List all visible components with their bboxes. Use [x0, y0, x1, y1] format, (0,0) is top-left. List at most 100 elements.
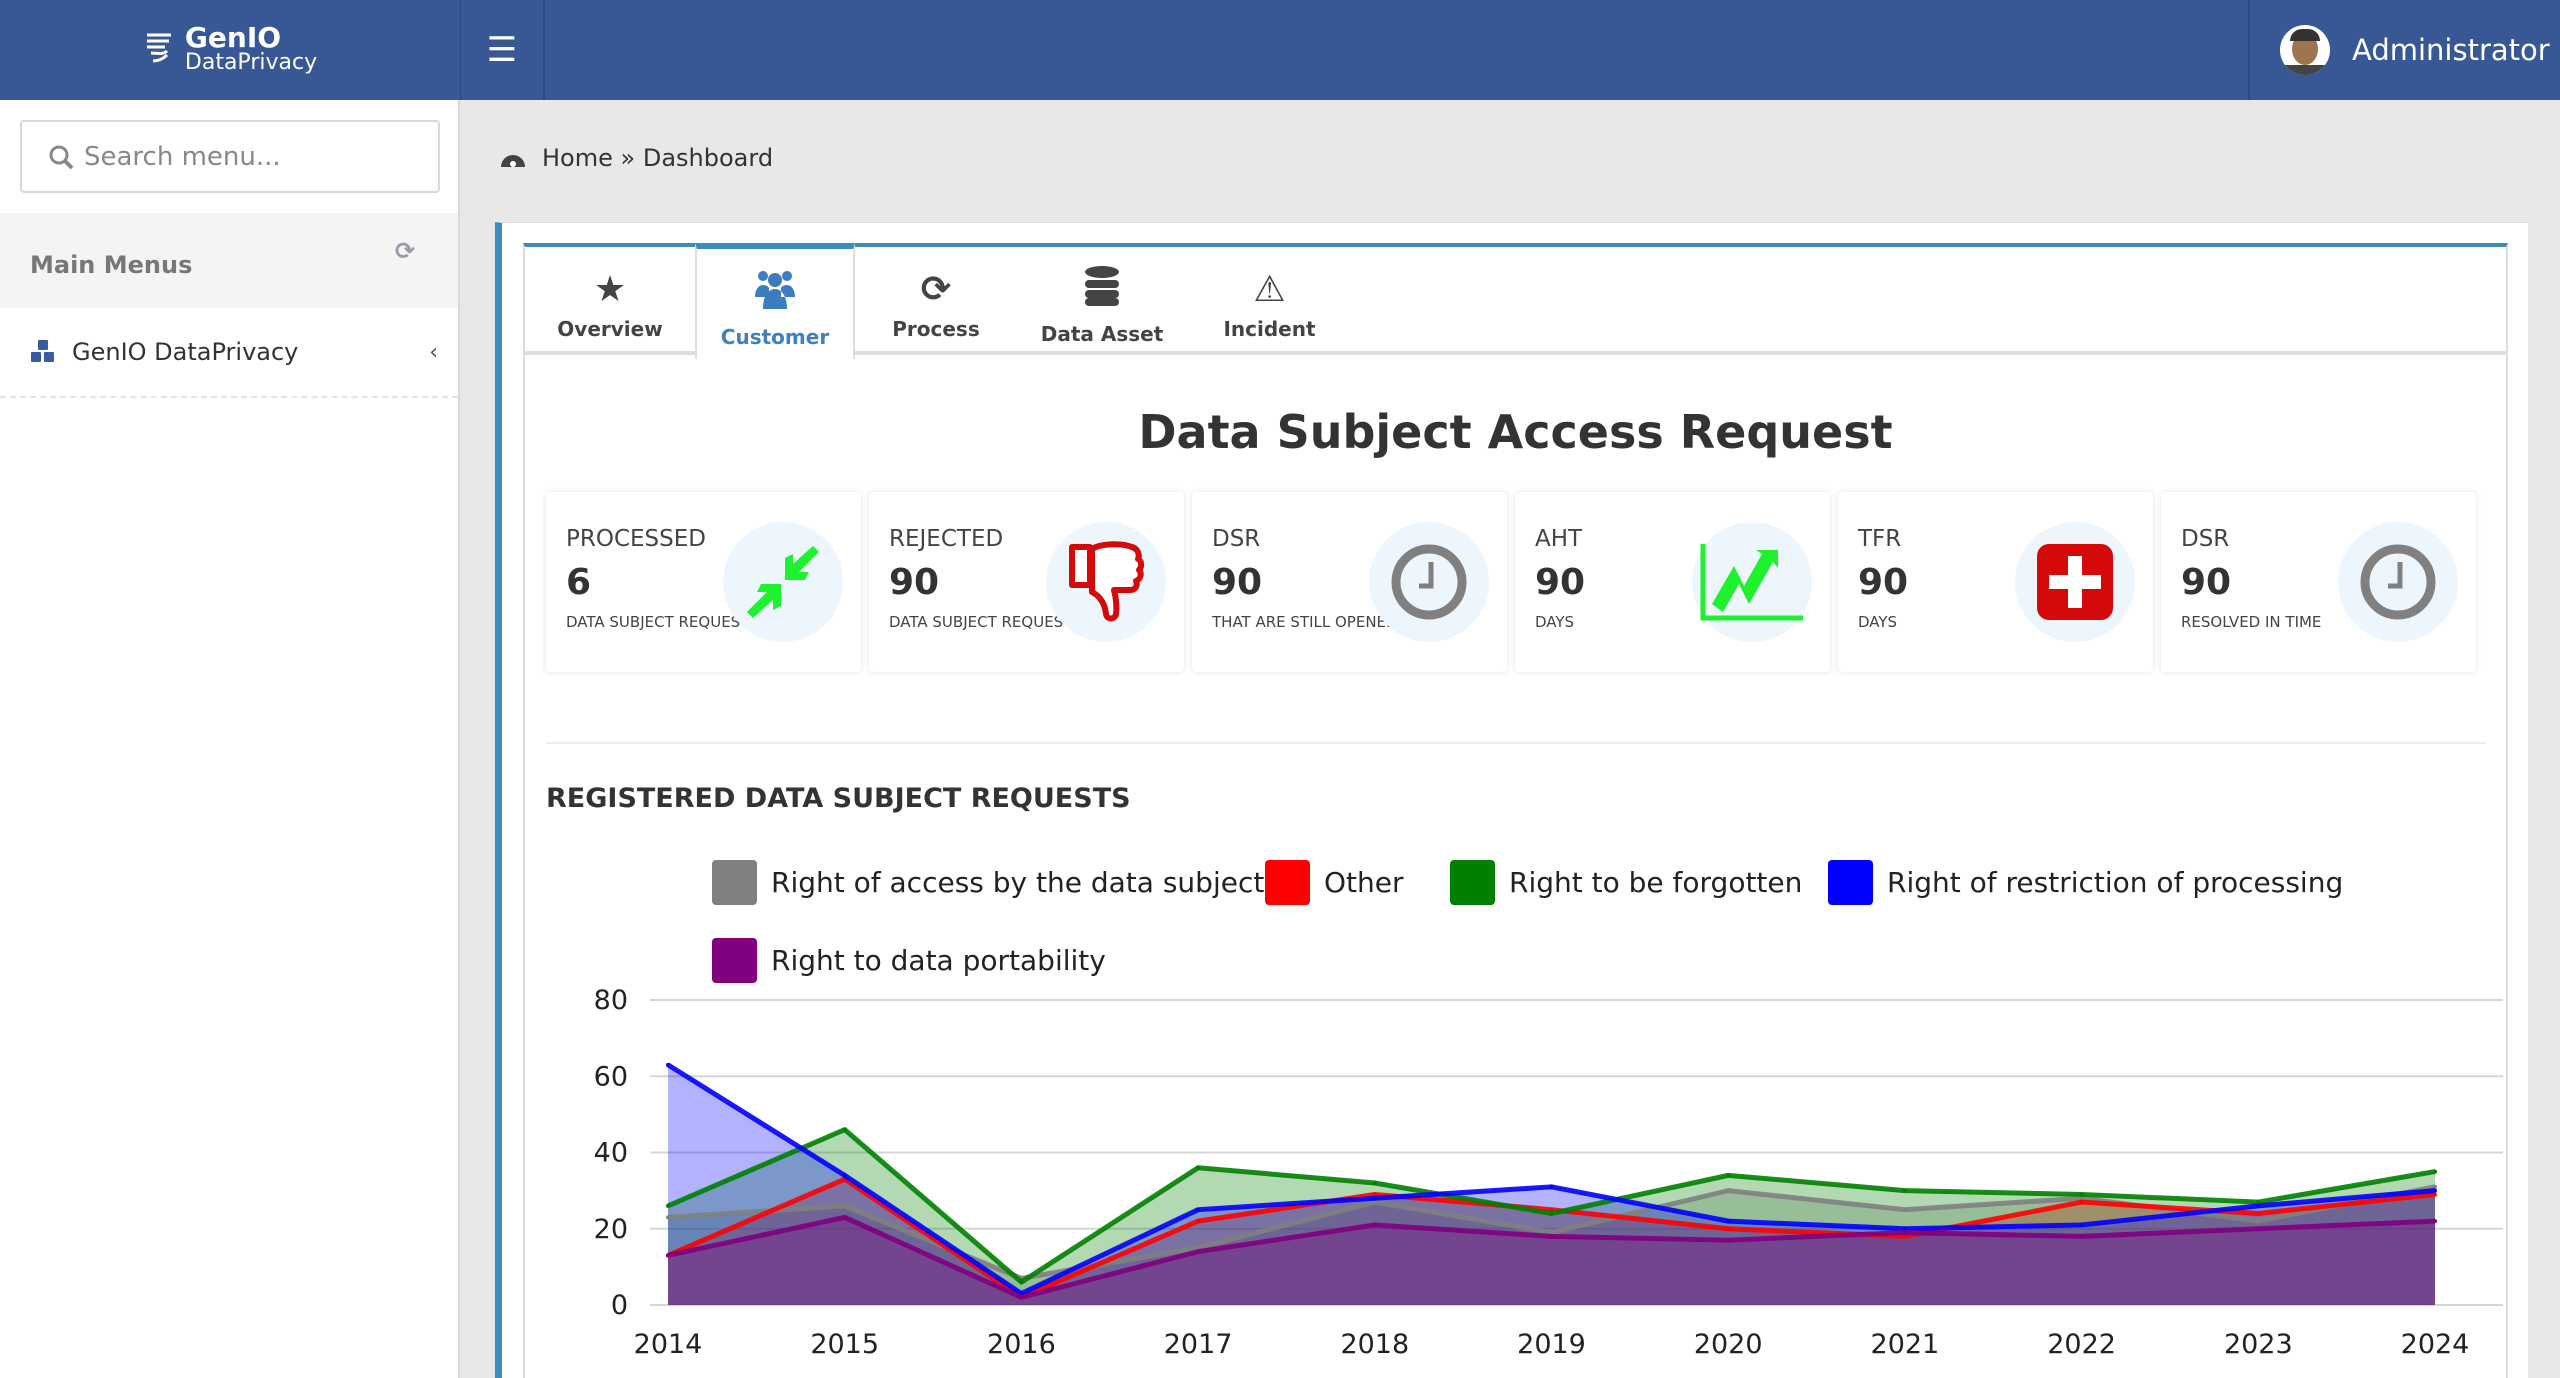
- tab-label: Process: [892, 317, 980, 341]
- data-point[interactable]: [666, 1062, 670, 1067]
- data-point[interactable]: [1726, 1173, 1731, 1178]
- search-placeholder: Search menu...: [84, 141, 281, 172]
- x-tick-label: 2016: [987, 1329, 1056, 1360]
- legend-swatch: [1265, 860, 1310, 905]
- data-point[interactable]: [2256, 1219, 2261, 1224]
- dashboard-icon: [501, 155, 525, 167]
- section-label: Main Menus: [30, 251, 193, 279]
- data-point[interactable]: [2079, 1222, 2084, 1227]
- data-point[interactable]: [1196, 1165, 1201, 1170]
- x-tick-label: 2015: [810, 1329, 879, 1360]
- data-point[interactable]: [1372, 1181, 1377, 1185]
- user-menu[interactable]: Administrator: [2248, 0, 2560, 100]
- page-title: Data Subject Access Request: [1138, 405, 1893, 459]
- data-point[interactable]: [1372, 1196, 1377, 1201]
- warning-icon: ⚠: [1253, 269, 1286, 310]
- data-point[interactable]: [1372, 1222, 1377, 1227]
- legend-label: Right of access by the data subject: [771, 866, 1265, 899]
- data-point[interactable]: [1019, 1280, 1024, 1285]
- hamburger-icon: ☰: [486, 30, 518, 70]
- data-point[interactable]: [666, 1253, 670, 1258]
- x-tick-label: 2014: [634, 1329, 703, 1360]
- data-point[interactable]: [2079, 1200, 2084, 1205]
- main-menus-header: Main Menus ⟳: [0, 213, 458, 308]
- data-point[interactable]: [1726, 1226, 1731, 1231]
- tab-label: Overview: [557, 317, 663, 341]
- breadcrumb-home[interactable]: Home: [542, 144, 613, 172]
- legend-label: Other: [1324, 866, 1404, 899]
- logo[interactable]: GenIO DataPrivacy: [0, 0, 460, 100]
- legend-label: Right to be forgotten: [1509, 866, 1803, 899]
- data-point[interactable]: [1902, 1207, 1907, 1212]
- y-tick-label: 0: [611, 1290, 628, 1321]
- thumbs-down-icon: [1046, 522, 1166, 642]
- data-point[interactable]: [842, 1127, 847, 1132]
- data-point[interactable]: [666, 1215, 670, 1220]
- data-point[interactable]: [1726, 1188, 1731, 1193]
- user-name: Administrator: [2352, 33, 2550, 67]
- tab-bar: ★ Overview Customer ⟳ Process Data Asset ⚠…: [523, 243, 2508, 359]
- data-point[interactable]: [1549, 1234, 1554, 1239]
- x-tick-label: 2018: [1340, 1329, 1409, 1360]
- tab-data-asset[interactable]: Data Asset: [1017, 247, 1187, 355]
- plus-square-icon: [2015, 522, 2135, 642]
- legend-item[interactable]: Other: [1265, 860, 1404, 905]
- data-point[interactable]: [2433, 1169, 2437, 1174]
- data-point[interactable]: [1726, 1219, 1731, 1224]
- data-point[interactable]: [1549, 1211, 1554, 1216]
- users-icon: [753, 269, 797, 317]
- cubes-icon: [31, 340, 54, 362]
- data-point[interactable]: [1902, 1188, 1907, 1193]
- menu-toggle-button[interactable]: ☰: [460, 0, 545, 100]
- x-tick-label: 2022: [2047, 1329, 2116, 1360]
- search-input[interactable]: Search menu...: [20, 120, 440, 193]
- x-tick-label: 2024: [2401, 1329, 2470, 1360]
- divider: [546, 742, 2486, 744]
- sidebar: Search menu... Main Menus ⟳ GenIO DataPr…: [0, 100, 460, 1378]
- tab-customer[interactable]: Customer: [695, 243, 855, 359]
- search-icon: [49, 145, 74, 169]
- avatar: [2280, 25, 2330, 75]
- data-point[interactable]: [2256, 1211, 2261, 1216]
- tab-incident[interactable]: ⚠ Incident: [1187, 247, 1352, 355]
- x-tick-label: 2017: [1164, 1329, 1233, 1360]
- stat-caption: DATA SUBJECT REQUESTS: [889, 613, 1069, 631]
- y-tick-label: 40: [594, 1138, 628, 1169]
- data-point[interactable]: [842, 1203, 847, 1208]
- compress-arrows-icon: [723, 522, 843, 642]
- data-point[interactable]: [842, 1215, 847, 1220]
- data-point[interactable]: [1549, 1184, 1554, 1189]
- data-point[interactable]: [2256, 1226, 2261, 1231]
- data-point[interactable]: [2433, 1219, 2437, 1224]
- legend-label: Right of restriction of processing: [1887, 866, 2344, 899]
- data-point[interactable]: [2079, 1234, 2084, 1239]
- legend-item[interactable]: Right of restriction of processing: [1828, 860, 2343, 905]
- tab-process[interactable]: ⟳ Process: [855, 247, 1017, 355]
- data-point[interactable]: [2433, 1188, 2437, 1193]
- data-point[interactable]: [2079, 1192, 2084, 1197]
- legend-swatch: [1828, 860, 1873, 905]
- data-point[interactable]: [1726, 1238, 1731, 1243]
- logo-title: GenIO: [184, 21, 282, 54]
- tab-label: Customer: [720, 325, 830, 349]
- legend-item[interactable]: Right to be forgotten: [1450, 860, 1802, 905]
- tab-overview[interactable]: ★ Overview: [525, 247, 695, 355]
- chevron-left-icon: ‹: [429, 339, 438, 365]
- data-point[interactable]: [1196, 1219, 1201, 1224]
- refresh-icon[interactable]: ⟳: [395, 237, 415, 265]
- stat-card-processed: PROCESSED 6 DATA SUBJECT REQUESTS: [546, 492, 861, 672]
- data-point[interactable]: [2433, 1184, 2437, 1189]
- breadcrumb: Home » Dashboard: [500, 144, 773, 172]
- stat-card-dsr: DSR 90 THAT ARE STILL OPENED: [1192, 492, 1507, 672]
- legend-item[interactable]: Right of access by the data subject: [712, 860, 1264, 905]
- data-point[interactable]: [2256, 1203, 2261, 1208]
- sidebar-item-genio-dataprivacy[interactable]: GenIO DataPrivacy ‹: [0, 308, 458, 398]
- data-point[interactable]: [1196, 1249, 1201, 1254]
- legend-swatch: [712, 860, 757, 905]
- data-point[interactable]: [1196, 1207, 1201, 1212]
- x-tick-label: 2021: [1871, 1329, 1940, 1360]
- data-point[interactable]: [842, 1173, 847, 1178]
- data-point[interactable]: [1019, 1295, 1024, 1300]
- data-point[interactable]: [1902, 1230, 1907, 1235]
- data-point[interactable]: [666, 1203, 670, 1208]
